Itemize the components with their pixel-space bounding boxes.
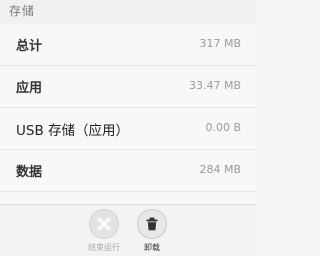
force-stop-label: 结束运行 xyxy=(88,243,120,252)
close-icon xyxy=(98,218,110,230)
bottom-action-bar: 结束运行 卸载 xyxy=(0,204,256,256)
row-value: 317 MB xyxy=(199,37,241,50)
row-value: 284 MB xyxy=(199,163,241,176)
row-label: 总计 xyxy=(16,39,43,54)
row-value: 0.00 B xyxy=(205,121,241,134)
storage-row-total: 总计 317 MB xyxy=(0,24,256,66)
force-stop-circle xyxy=(89,209,119,239)
row-label: USB 存储（应用） xyxy=(16,123,130,139)
row-label: 数据 xyxy=(16,165,43,180)
storage-row-data: 数据 284 MB xyxy=(0,150,256,192)
trash-icon xyxy=(146,217,158,231)
storage-row-apps: 应用 33.47 MB xyxy=(0,66,256,108)
uninstall-label: 卸载 xyxy=(144,243,160,252)
storage-list: 总计 317 MB 应用 33.47 MB USB 存储（应用） 0.00 B … xyxy=(0,24,256,204)
row-value: 33.47 MB xyxy=(188,79,241,92)
storage-row-usb: USB 存储（应用） 0.00 B xyxy=(0,108,256,150)
section-title: 存储 xyxy=(9,4,36,18)
storage-section-header: 存储 xyxy=(0,0,256,24)
force-stop-button[interactable]: 结束运行 xyxy=(79,209,129,255)
uninstall-button[interactable]: 卸载 xyxy=(127,209,177,255)
uninstall-circle xyxy=(137,209,167,239)
row-label: 应用 xyxy=(16,81,43,96)
